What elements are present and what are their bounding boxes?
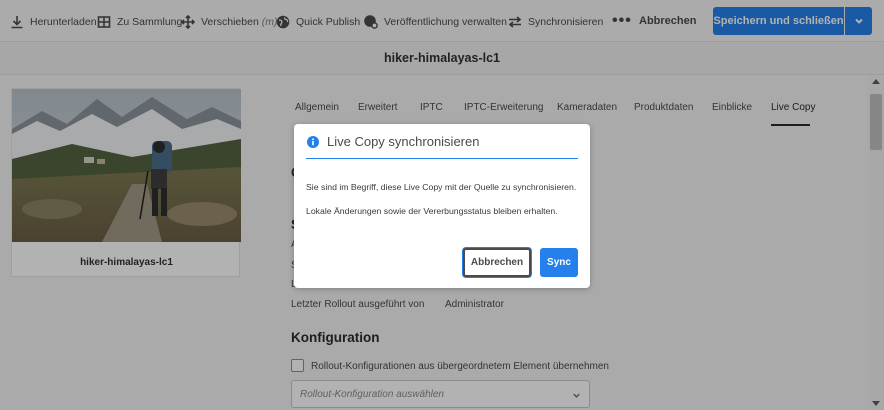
dialog-title: Live Copy synchronisieren xyxy=(327,134,480,149)
dialog-message-line-2: Lokale Änderungen sowie der Vererbungsst… xyxy=(306,206,558,216)
dialog-sync-button[interactable]: Sync xyxy=(540,248,578,277)
dialog-title-divider xyxy=(306,158,578,159)
info-icon xyxy=(307,136,319,148)
sync-live-copy-dialog: Live Copy synchronisieren Sie sind im Be… xyxy=(294,124,590,288)
dialog-message: Sie sind im Begriff, diese Live Copy mit… xyxy=(306,182,584,230)
dialog-cancel-button[interactable]: Abbrechen xyxy=(463,248,531,277)
dialog-message-line-1: Sie sind im Begriff, diese Live Copy mit… xyxy=(306,182,577,192)
